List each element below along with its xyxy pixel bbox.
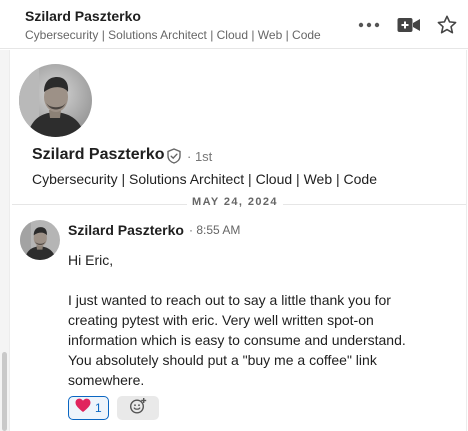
heart-reaction-button[interactable]: 1: [68, 396, 109, 420]
message-greeting: Hi Eric,: [68, 252, 114, 268]
frame-divider: [9, 50, 10, 431]
add-emoji-icon: [129, 397, 147, 420]
header-tagline: Cybersecurity | Solutions Architect | Cl…: [25, 28, 321, 42]
reaction-count: 1: [95, 401, 102, 415]
frame-divider-right: [466, 50, 467, 431]
star-icon[interactable]: [434, 12, 460, 38]
header-name[interactable]: Szilard Paszterko: [25, 8, 141, 24]
date-label: MAY 24, 2024: [187, 196, 283, 208]
video-call-icon[interactable]: [396, 12, 422, 38]
connection-degree: · 1st: [187, 149, 213, 164]
profile-name[interactable]: Szilard Paszterko: [32, 146, 165, 164]
message-text: I just wanted to reach out to say a litt…: [68, 292, 406, 388]
conversation-header: Szilard Paszterko Cybersecurity | Soluti…: [0, 0, 468, 49]
verified-badge-icon: [166, 148, 182, 169]
message-sender[interactable]: Szilard Paszterko: [68, 222, 184, 238]
message-timestamp: · 8:55 AM: [189, 223, 241, 237]
sender-avatar[interactable]: [20, 220, 60, 260]
profile-avatar[interactable]: [19, 64, 92, 137]
message-body: Hi Eric, I just wanted to reach out to s…: [68, 250, 428, 390]
profile-headline: Cybersecurity | Solutions Architect | Cl…: [32, 171, 377, 187]
add-reaction-button[interactable]: [117, 396, 159, 420]
heart-icon: [75, 398, 91, 418]
scrollbar-thumb[interactable]: [2, 352, 7, 431]
more-options-icon[interactable]: [356, 12, 382, 38]
